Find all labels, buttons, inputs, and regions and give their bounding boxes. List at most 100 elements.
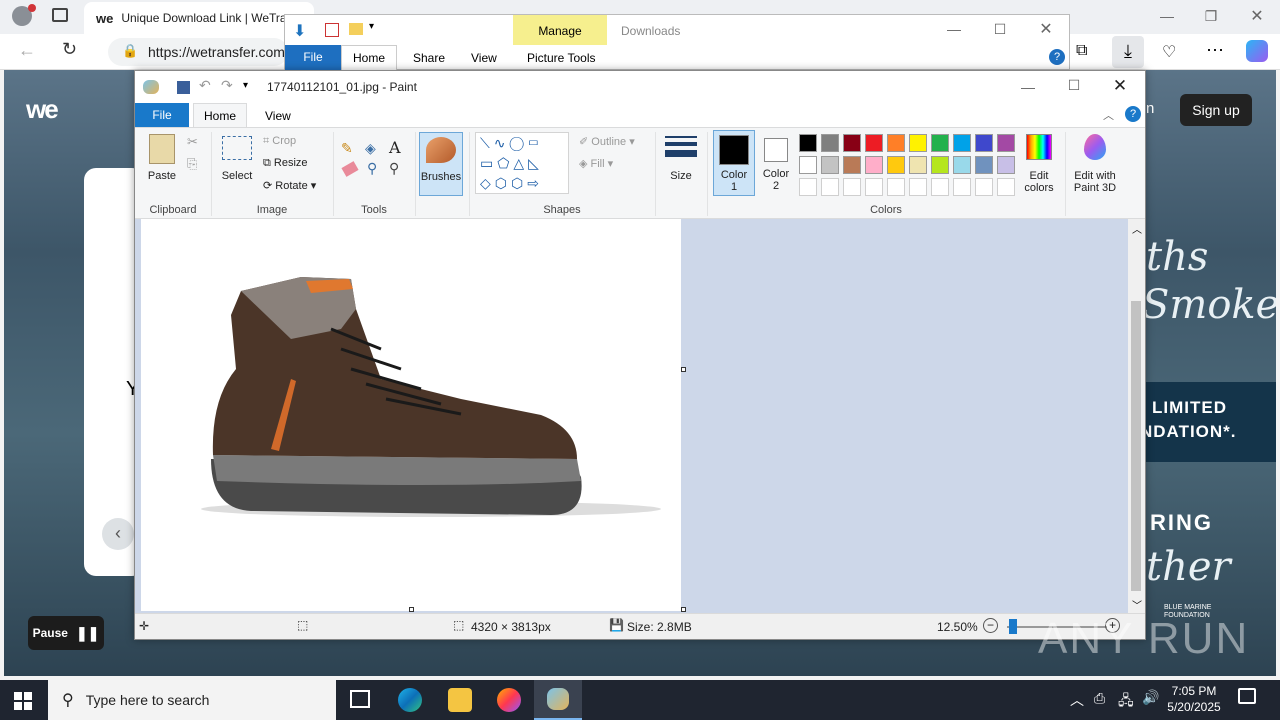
color-picker-icon[interactable]: ⚲	[367, 160, 377, 177]
color2-button[interactable]: Color 2	[757, 130, 795, 196]
login-link-partial[interactable]: n	[1146, 100, 1154, 117]
pause-button[interactable]: Pause ❚❚	[28, 616, 104, 650]
qat-customize-icon[interactable]: ▾	[243, 80, 248, 91]
explorer-tab-file[interactable]: File	[285, 45, 341, 70]
palette-swatch[interactable]	[799, 134, 817, 152]
taskbar-search[interactable]: ⚲ Type here to search	[48, 680, 336, 720]
palette-swatch[interactable]	[799, 156, 817, 174]
qat-dropdown-icon[interactable]: ▾	[369, 21, 374, 32]
outline-button[interactable]: ✐ Outline ▾	[579, 135, 635, 148]
explorer-maximize-icon[interactable]: ☐	[977, 21, 1023, 38]
resize-button[interactable]: ⧉ Resize	[263, 157, 308, 170]
tray-chevron-icon[interactable]: ︿	[1070, 690, 1084, 710]
palette-swatch[interactable]	[953, 178, 971, 196]
palette-swatch[interactable]	[953, 156, 971, 174]
palette-swatch[interactable]	[843, 134, 861, 152]
palette-swatch[interactable]	[865, 134, 883, 152]
scroll-down-icon[interactable]: ﹀	[1132, 597, 1142, 612]
vertical-scrollbar[interactable]: ︿ ﹀	[1128, 219, 1145, 613]
text-icon[interactable]: A	[389, 138, 401, 157]
palette-swatch[interactable]	[931, 156, 949, 174]
palette-swatch[interactable]	[909, 156, 927, 174]
address-bar[interactable]: 🔒 https://wetransfer.com	[108, 38, 288, 66]
paste-button[interactable]: Paste	[143, 132, 181, 194]
clock[interactable]: 7:05 PM 5/20/2025	[1164, 683, 1224, 715]
drawing-canvas[interactable]	[141, 219, 686, 612]
palette-swatch[interactable]	[909, 134, 927, 152]
more-menu-icon[interactable]: ⋯	[1206, 40, 1224, 61]
task-view-icon[interactable]	[350, 690, 370, 708]
palette-swatch[interactable]	[997, 134, 1015, 152]
copy-icon[interactable]: ⎘	[187, 156, 197, 172]
palette-swatch[interactable]	[997, 178, 1015, 196]
crop-button[interactable]: ⌗ Crop	[263, 135, 296, 148]
manage-tab[interactable]: Manage	[513, 15, 607, 45]
paint-help-icon[interactable]: ?	[1125, 106, 1141, 122]
palette-swatch[interactable]	[843, 156, 861, 174]
fill-button[interactable]: ◈ Fill ▾	[579, 157, 613, 170]
palette-swatch[interactable]	[821, 134, 839, 152]
network-icon[interactable]: 🖧	[1118, 690, 1134, 714]
size-button[interactable]: Size	[663, 134, 699, 194]
redo-icon[interactable]: ↷	[221, 77, 233, 94]
paint-minimize-icon[interactable]: —	[1005, 79, 1051, 95]
magnifier-icon[interactable]: ⚲	[389, 160, 399, 177]
explorer-tab-view[interactable]: View	[471, 51, 497, 65]
palette-swatch[interactable]	[887, 134, 905, 152]
paint-maximize-icon[interactable]: ☐	[1051, 77, 1097, 94]
explorer-minimize-icon[interactable]: —	[931, 21, 977, 37]
explorer-close-icon[interactable]: ✕	[1023, 19, 1069, 39]
palette-swatch[interactable]	[887, 156, 905, 174]
palette-swatch[interactable]	[909, 178, 927, 196]
paint-close-icon[interactable]: ✕	[1097, 76, 1143, 96]
copilot-icon[interactable]	[1246, 40, 1268, 62]
palette-swatch[interactable]	[821, 156, 839, 174]
tab-actions-icon[interactable]	[52, 8, 68, 22]
rotate-button[interactable]: ⟳ Rotate ▾	[263, 179, 316, 192]
palette-swatch[interactable]	[931, 134, 949, 152]
explorer-folder-icon[interactable]	[349, 23, 363, 35]
downloads-icon[interactable]: ⤓	[1112, 36, 1144, 68]
zoom-out-icon[interactable]: −	[983, 618, 998, 633]
zoom-slider-thumb[interactable]	[1009, 619, 1017, 634]
tray-device-icon[interactable]: ⎙	[1094, 690, 1105, 707]
palette-swatch[interactable]	[997, 156, 1015, 174]
cut-icon[interactable]: ✂	[187, 134, 198, 150]
minimize-browser-icon[interactable]: —	[1144, 8, 1190, 24]
resize-handle-bottom[interactable]	[409, 607, 414, 612]
paint-tab-file[interactable]: File	[135, 103, 189, 127]
explorer-help-icon[interactable]: ?	[1049, 49, 1065, 65]
edge-icon[interactable]	[398, 688, 422, 712]
shapes-gallery[interactable]: ⟍∿◯▭ ▭⬠△◺ ◇⬡⬡⇨	[475, 132, 569, 194]
palette-swatch[interactable]	[887, 178, 905, 196]
select-button[interactable]: Select	[219, 134, 255, 194]
collapse-ribbon-icon[interactable]: ︿	[1103, 107, 1114, 123]
collections-icon[interactable]: ⧉	[1076, 42, 1087, 60]
firefox-icon[interactable]	[497, 688, 521, 712]
explorer-tab-home[interactable]: Home	[341, 45, 397, 70]
palette-swatch[interactable]	[843, 178, 861, 196]
refresh-icon[interactable]: ↻	[62, 39, 77, 60]
paint-tab-home[interactable]: Home	[193, 103, 247, 128]
pencil-icon[interactable]: ✎	[341, 140, 353, 157]
eraser-icon[interactable]	[341, 161, 359, 177]
paint-tab-view[interactable]: View	[265, 109, 291, 123]
palette-swatch[interactable]	[975, 134, 993, 152]
undo-icon[interactable]: ↶	[199, 77, 211, 94]
explorer-tab-picture-tools[interactable]: Picture Tools	[527, 51, 595, 65]
scroll-thumb[interactable]	[1131, 301, 1141, 591]
palette-swatch[interactable]	[865, 178, 883, 196]
resize-handle-right[interactable]	[681, 367, 686, 372]
explorer-properties-icon[interactable]	[325, 23, 339, 37]
palette-swatch[interactable]	[953, 134, 971, 152]
signup-button[interactable]: Sign up	[1180, 94, 1252, 126]
palette-swatch[interactable]	[799, 178, 817, 196]
paint-taskbar-button[interactable]	[534, 680, 582, 720]
palette-swatch[interactable]	[975, 156, 993, 174]
brushes-button[interactable]: Brushes	[419, 132, 463, 196]
edit-paint3d-button[interactable]: Edit with Paint 3D	[1067, 132, 1123, 196]
explorer-tab-share[interactable]: Share	[413, 51, 445, 65]
back-icon[interactable]: ←	[18, 40, 36, 61]
volume-icon[interactable]: 🔊	[1142, 689, 1159, 706]
notifications-icon[interactable]	[1238, 688, 1256, 704]
